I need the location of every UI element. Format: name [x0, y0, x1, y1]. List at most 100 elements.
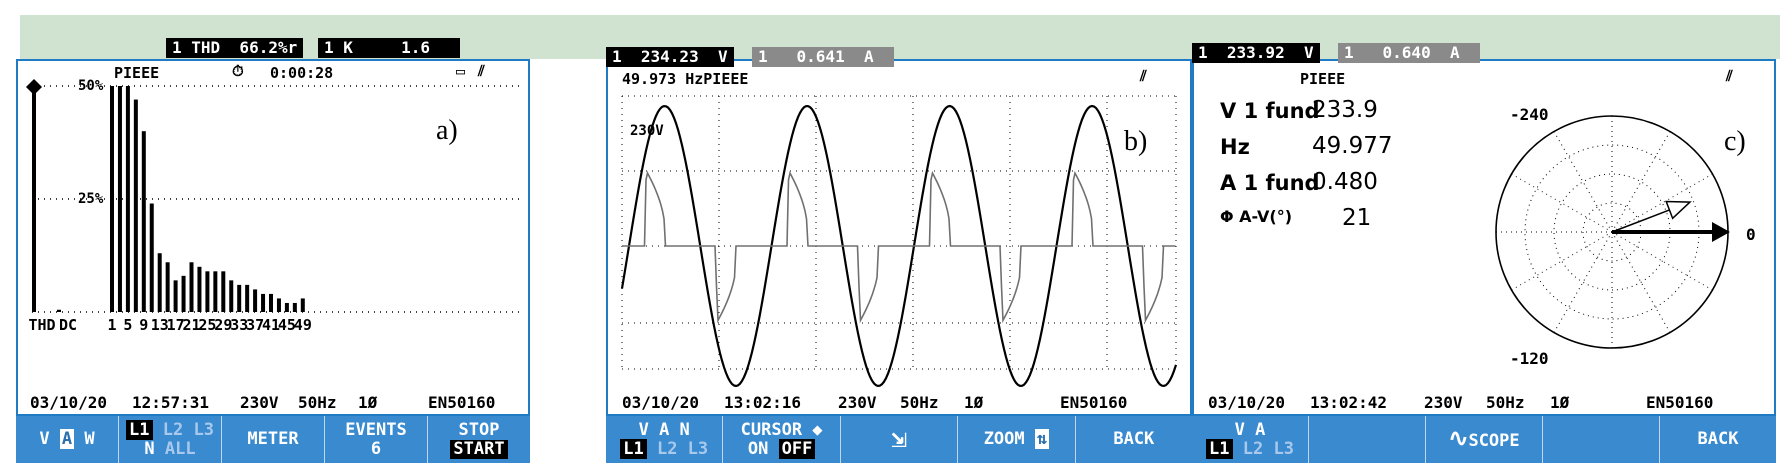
key-a-selected: A	[59, 429, 75, 449]
harmonic-tick-THD: THD	[28, 316, 56, 334]
signal-select-top: V A N	[638, 419, 690, 440]
phasor-spoke-240	[1553, 131, 1613, 233]
k-factor-readout: 1 K 1.6	[318, 38, 460, 58]
harmonic-bar-25	[205, 271, 210, 312]
phasor-spoke-300	[1611, 131, 1671, 233]
zoom-label: ZOOM	[983, 429, 1025, 449]
signal-select-key[interactable]: V A L1 L2 L3	[1192, 416, 1309, 463]
harmonic-bar-THD	[32, 86, 36, 312]
empty-key-4[interactable]	[1543, 416, 1660, 463]
status-line: 03/10/20 12:57:31 230V 50Hz 1Ø EN50160	[18, 388, 528, 414]
scope-key[interactable]: ∿SCOPE	[1426, 416, 1543, 463]
sine-wave-icon: ∿	[1448, 423, 1469, 452]
back-button[interactable]: BACK	[1076, 416, 1192, 463]
harmonic-bar-DC	[57, 309, 61, 312]
cursor-move-key[interactable]: ⇲	[841, 416, 959, 463]
status-time: 13:02:16	[724, 393, 802, 412]
status-time: 13:02:42	[1310, 393, 1388, 412]
phasor-spoke-120	[1553, 231, 1613, 333]
harmonic-bar-9	[141, 131, 146, 312]
harmonic-bar-27	[213, 271, 218, 312]
harmonic-bar-37	[253, 289, 258, 312]
cursor-arrows-icon: ⇲	[891, 424, 907, 454]
status-frequency: 50Hz	[1486, 393, 1525, 412]
status-config: 1Ø	[358, 393, 378, 412]
start-label: START	[450, 439, 508, 459]
thd-marker	[26, 79, 42, 95]
current-readout: 1 0.641 A	[752, 47, 894, 67]
phase-select-top: L1 L2 L3	[126, 419, 214, 440]
harmonic-bar-29	[221, 271, 226, 312]
signal-select-top: V A	[1234, 419, 1266, 440]
harmonic-tick-DC: DC	[59, 316, 78, 334]
status-nominal: 230V	[838, 393, 877, 412]
status-date: 03/10/20	[30, 393, 108, 412]
harmonic-bar-17	[173, 280, 178, 312]
scope-waveforms	[620, 95, 1178, 388]
status-nominal: 230V	[240, 393, 279, 412]
phasor-spoke-210	[1511, 173, 1613, 233]
meter-key-label: METER	[247, 429, 299, 449]
harmonic-bar-23	[197, 266, 202, 312]
phase-select-row: L1 L2 L3	[1206, 438, 1294, 459]
panel-a-harmonics: PIEEE ⏱ 0:00:28 ▭ ⫽ a) 50% 25% THD DC 1 5 9 1…	[16, 59, 530, 463]
cursor-key[interactable]: CURSOR ◆ ON OFF	[723, 416, 841, 463]
panel-b-scope: 49.973 HzPIEEE ⫽ 230V b) 03/10/20 13:02:…	[606, 59, 1192, 463]
status-config: 1Ø	[1550, 393, 1570, 412]
angle-label-minus-120: -120	[1510, 349, 1549, 368]
status-frequency: 50Hz	[900, 393, 939, 412]
scope-screen: 49.973 HzPIEEE ⫽ 230V b) 03/10/20 13:02:…	[606, 59, 1192, 416]
events-key-label: EVENTS	[345, 419, 407, 440]
thd-readout: 1 THD 66.2%r	[166, 38, 304, 58]
vaw-select-key[interactable]: V A W	[16, 416, 119, 463]
status-nominal: 230V	[1424, 393, 1463, 412]
events-count: 6	[370, 438, 382, 459]
back-label: BACK	[1113, 429, 1155, 449]
harmonic-bar-35	[245, 284, 250, 312]
harmonic-bar-5	[125, 86, 130, 312]
status-standard: EN50160	[1060, 393, 1128, 412]
key-v: V	[39, 429, 50, 449]
harmonic-bar-33	[237, 284, 242, 312]
signal-select-key[interactable]: V A N L1 L2 L3	[606, 416, 724, 463]
harmonic-bar-45	[284, 302, 289, 312]
phase-select-bottom: N ALL	[144, 438, 196, 459]
status-date: 03/10/20	[622, 393, 700, 412]
stop-label: STOP	[458, 419, 500, 440]
empty-key-2[interactable]	[1309, 416, 1426, 463]
phasor-diagram	[1495, 115, 1730, 349]
stop-start-key[interactable]: STOP START	[428, 416, 530, 463]
harmonic-bar-13	[157, 253, 162, 312]
harmonic-bar-31	[229, 280, 234, 312]
harmonic-bar-19	[181, 275, 186, 312]
back-button[interactable]: BACK	[1660, 416, 1776, 463]
function-key-bar: V A N L1 L2 L3 CURSOR ◆ ON OFF ⇲ ZOOM ⇅ …	[606, 416, 1192, 463]
status-standard: EN50160	[428, 393, 496, 412]
status-line: 03/10/20 13:02:42 230V 50Hz 1Ø EN50160	[1194, 388, 1774, 414]
harmonic-bar-11	[149, 203, 154, 312]
status-standard: EN50160	[1646, 393, 1714, 412]
voltage-readout: 1 234.23 V	[606, 47, 734, 67]
harmonics-screen: PIEEE ⏱ 0:00:28 ▭ ⫽ a) 50% 25% THD DC 1 5 9 1…	[16, 59, 530, 416]
back-label: BACK	[1697, 429, 1739, 449]
status-line: 03/10/20 13:02:16 230V 50Hz 1Ø EN50160	[608, 388, 1190, 414]
function-key-bar: V A W L1 L2 L3 N ALL METER EVENTS 6 STOP…	[16, 416, 530, 463]
harmonic-bar-1	[110, 86, 114, 312]
scope-label: SCOPE	[1468, 430, 1520, 451]
up-down-arrows-icon: ⇅	[1034, 429, 1050, 449]
zoom-key[interactable]: ZOOM ⇅	[958, 416, 1076, 463]
harmonic-bar-39	[261, 293, 266, 312]
harmonic-bar-49	[300, 298, 305, 312]
phasor-spoke-330	[1611, 173, 1713, 233]
harmonic-bar-7	[133, 99, 138, 312]
meter-key[interactable]: METER	[222, 416, 325, 463]
phasor-screen: PIEEE ⫽ V 1 fund 233.9 Hz 49.977 A 1 fund 0.4…	[1192, 59, 1776, 416]
current-phasor	[1611, 207, 1676, 233]
key-w: W	[84, 429, 95, 449]
events-key[interactable]: EVENTS 6	[325, 416, 428, 463]
harmonic-bar-chart	[26, 79, 523, 313]
harmonic-bar-41	[269, 293, 273, 312]
harmonic-bar-21	[189, 262, 194, 312]
phase-select-key[interactable]: L1 L2 L3 N ALL	[119, 416, 222, 463]
cursor-off: OFF	[778, 438, 816, 459]
